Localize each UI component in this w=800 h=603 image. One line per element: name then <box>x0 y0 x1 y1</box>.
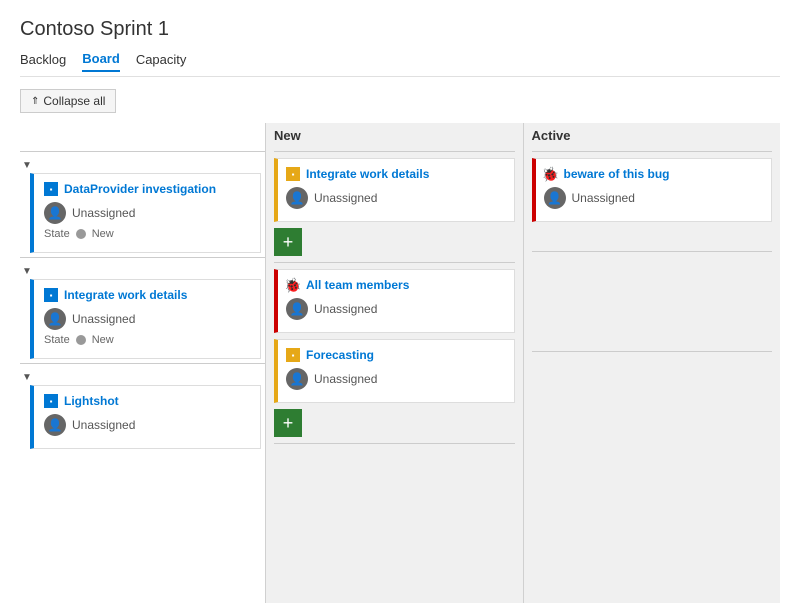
swimlane-3-card-title[interactable]: ▪ Lightshot <box>44 394 252 408</box>
board-columns: New ▪ Integrate work details 👤 Unassigne… <box>265 123 780 603</box>
bug-icon-card-2: 🐞 <box>286 278 300 292</box>
work-card-2-title: 🐞 All team members <box>286 278 506 292</box>
toolbar: ⇑ Collapse all <box>20 89 780 113</box>
swimlane-2-card: ▪ Integrate work details 👤 Unassigned St… <box>30 279 261 359</box>
assignee-wc1: Unassigned <box>314 191 377 205</box>
swimlane-3: ▼ ▪ Lightshot 👤 Unassigned <box>20 363 265 449</box>
swimlane-2-collapse[interactable]: ▼ <box>22 266 32 277</box>
avatar-icon-wc3: 👤 <box>290 372 305 386</box>
new-col-swimlane-3 <box>274 443 515 543</box>
swimlane-2: ▼ ▪ Integrate work details 👤 Unassigned <box>20 257 265 359</box>
nav-backlog[interactable]: Backlog <box>20 52 66 71</box>
avatar-wc3: 👤 <box>286 368 308 390</box>
avatar-icon-bug1: 👤 <box>547 191 562 205</box>
swimlane-1-collapse[interactable]: ▼ <box>22 160 32 171</box>
work-card-3-assignee: 👤 Unassigned <box>286 368 506 390</box>
page-title: Contoso Sprint 1 <box>20 18 780 41</box>
assignee-wc3: Unassigned <box>314 372 377 386</box>
board-container: ▼ ▪ DataProvider investigation 👤 Unassig… <box>20 123 780 603</box>
active-col-swimlane-2 <box>532 251 773 351</box>
state-dot-2 <box>76 335 86 345</box>
swimlane-3-label-row: ▼ <box>20 364 265 383</box>
card-assignee-2: 👤 Unassigned <box>44 308 252 330</box>
column-new: New ▪ Integrate work details 👤 Unassigne… <box>265 123 523 603</box>
avatar-bug1: 👤 <box>544 187 566 209</box>
work-card-bug-1[interactable]: 🐞 beware of this bug 👤 Unassigned <box>532 158 773 222</box>
work-card-1[interactable]: ▪ Integrate work details 👤 Unassigned <box>274 158 515 222</box>
swimlane-1: ▼ ▪ DataProvider investigation 👤 Unassig… <box>20 151 265 253</box>
bug-icon-card-1: 🐞 <box>544 167 558 181</box>
swimlane-2-label-row: ▼ <box>20 258 265 277</box>
avatar-1: 👤 <box>44 202 66 224</box>
swimlane-sidebar: ▼ ▪ DataProvider investigation 👤 Unassig… <box>20 123 265 603</box>
work-card-bug-1-assignee: 👤 Unassigned <box>544 187 764 209</box>
task-icon-3: ▪ <box>44 394 58 408</box>
avatar-icon-2: 👤 <box>48 312 63 326</box>
task-icon-1: ▪ <box>44 182 58 196</box>
state-dot-1 <box>76 229 86 239</box>
swimlane-1-card: ▪ DataProvider investigation 👤 Unassigne… <box>30 173 261 253</box>
nav-board[interactable]: Board <box>82 51 120 72</box>
work-card-3[interactable]: ▪ Forecasting 👤 Unassigned <box>274 339 515 403</box>
task-icon-card-3: ▪ <box>286 348 300 362</box>
card-state-2: State New <box>44 334 252 346</box>
card-state-1: State New <box>44 228 252 240</box>
swimlane-3-collapse[interactable]: ▼ <box>22 372 32 383</box>
work-card-2[interactable]: 🐞 All team members 👤 Unassigned <box>274 269 515 333</box>
work-card-1-title: ▪ Integrate work details <box>286 167 506 181</box>
column-new-header: New <box>274 123 515 151</box>
add-item-new-2[interactable]: + <box>274 409 302 437</box>
assignee-text-1: Unassigned <box>72 206 135 220</box>
work-card-bug-1-title: 🐞 beware of this bug <box>544 167 764 181</box>
page-wrapper: Contoso Sprint 1 Backlog Board Capacity … <box>0 0 800 603</box>
avatar-icon-1: 👤 <box>48 206 63 220</box>
active-col-swimlane-3 <box>532 351 773 451</box>
card-assignee-1: 👤 Unassigned <box>44 202 252 224</box>
nav-capacity[interactable]: Capacity <box>136 52 187 71</box>
new-col-swimlane-1: ▪ Integrate work details 👤 Unassigned + <box>274 151 515 262</box>
avatar-icon-3: 👤 <box>48 418 63 432</box>
nav-bar: Backlog Board Capacity <box>20 51 780 77</box>
avatar-icon-wc2: 👤 <box>290 302 305 316</box>
task-icon-2: ▪ <box>44 288 58 302</box>
work-card-2-assignee: 👤 Unassigned <box>286 298 506 320</box>
swimlane-1-label-row: ▼ <box>20 152 265 171</box>
task-icon-card-1: ▪ <box>286 167 300 181</box>
assignee-wc2: Unassigned <box>314 302 377 316</box>
new-col-swimlane-2: 🐞 All team members 👤 Unassigned ▪ <box>274 262 515 443</box>
add-item-new-1[interactable]: + <box>274 228 302 256</box>
assignee-text-3: Unassigned <box>72 418 135 432</box>
card-assignee-3: 👤 Unassigned <box>44 414 252 436</box>
avatar-2: 👤 <box>44 308 66 330</box>
avatar-wc1: 👤 <box>286 187 308 209</box>
work-card-1-assignee: 👤 Unassigned <box>286 187 506 209</box>
swimlane-3-card: ▪ Lightshot 👤 Unassigned <box>30 385 261 449</box>
swimlane-1-card-title[interactable]: ▪ DataProvider investigation <box>44 182 252 196</box>
column-active: Active 🐞 beware of this bug 👤 Unassigned <box>523 123 781 603</box>
avatar-icon-wc1: 👤 <box>290 191 305 205</box>
work-card-3-title: ▪ Forecasting <box>286 348 506 362</box>
swimlane-2-card-title[interactable]: ▪ Integrate work details <box>44 288 252 302</box>
avatar-wc2: 👤 <box>286 298 308 320</box>
active-col-swimlane-1: 🐞 beware of this bug 👤 Unassigned <box>532 151 773 251</box>
column-active-header: Active <box>532 123 773 151</box>
assignee-bug1: Unassigned <box>572 191 635 205</box>
collapse-all-label: Collapse all <box>43 94 105 108</box>
assignee-text-2: Unassigned <box>72 312 135 326</box>
collapse-icon: ⇑ <box>31 96 39 107</box>
avatar-3: 👤 <box>44 414 66 436</box>
sidebar-header-space <box>20 123 265 151</box>
collapse-all-button[interactable]: ⇑ Collapse all <box>20 89 116 113</box>
